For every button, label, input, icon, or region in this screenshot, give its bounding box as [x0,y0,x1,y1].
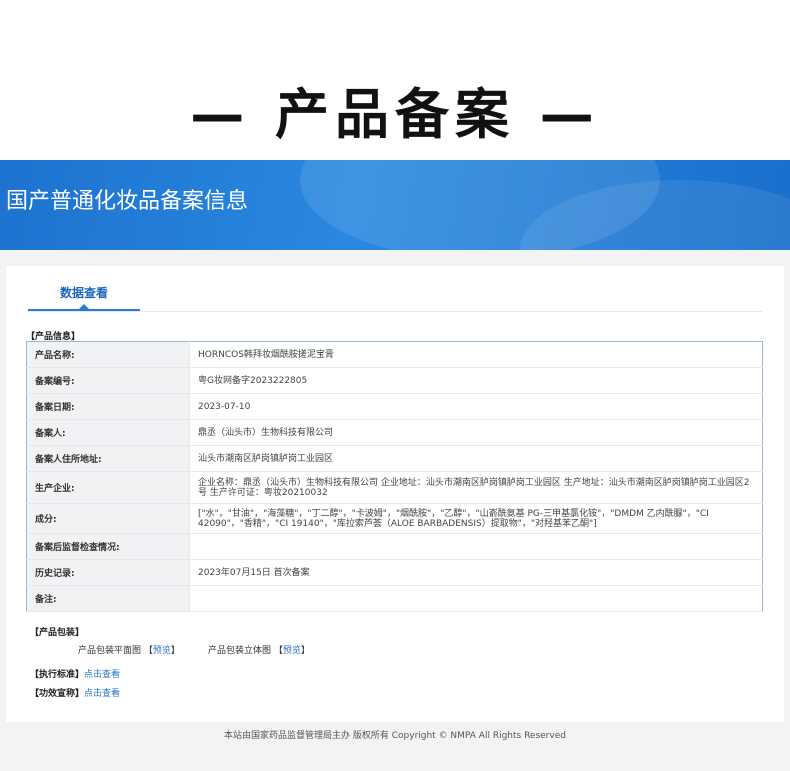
row-key: 成分: [26,503,190,534]
bracket-open: 【 [143,646,153,656]
row-key: 备注: [26,585,190,612]
row-value: 2023年07月15日 首次备案 [189,559,763,586]
standard-view-link[interactable]: 点击查看 [84,667,120,680]
bracket-open: 【 [273,646,283,656]
bracket-close: 】 [300,646,310,656]
row-key: 备案人: [26,419,190,446]
banner-title: 国产普通化妆品备案信息 [6,189,249,214]
table-row: 备案日期: 2023-07-10 [26,393,763,420]
packaging-solid-label: 产品包装立体图 [208,646,272,656]
row-value [189,533,763,560]
banner: 国产普通化妆品备案信息 [0,160,790,250]
packaging-solid-item: 产品包装立体图 【预览】 [208,643,310,656]
footer-copyright: 本站由国家药品监督管理局主办 版权所有 Copyright © NMPA All… [224,731,566,741]
tab-divider [28,311,762,312]
packaging-section-label: 【产品包装】 [30,628,85,638]
table-row: 生产企业: 企业名称：鼎丞（汕头市）生物科技有限公司 企业地址：汕头市潮南区胪岗… [26,471,763,504]
row-value: 鼎丞（汕头市）生物科技有限公司 [189,419,763,446]
packaging-flat-label: 产品包装平面图 [78,646,142,656]
row-value: HORNCOS韩拜妆烟酰胺搓泥宝膏 [189,341,763,368]
row-key: 生产企业: [26,471,190,504]
standard-section-label: 【执行标准】 [30,670,85,680]
row-key: 备案日期: [26,393,190,420]
preview-solid-link[interactable]: 预览 [283,646,301,656]
table-row: 备案后监督检查情况: [26,533,763,560]
table-row: 备案人: 鼎丞（汕头市）生物科技有限公司 [26,419,763,446]
packaging-flat-item: 产品包装平面图 【预览】 [78,643,180,656]
row-value: 企业名称：鼎丞（汕头市）生物科技有限公司 企业地址：汕头市潮南区胪岗镇胪岗工业园… [189,471,763,504]
content-card: 数据查看 【产品信息】 产品名称: HORNCOS韩拜妆烟酰胺搓泥宝膏 备案编号… [6,266,784,722]
table-row: 备案编号: 粤G妆网备字2023222805 [26,367,763,394]
row-key: 备案编号: [26,367,190,394]
table-row: 历史记录: 2023年07月15日 首次备案 [26,559,763,586]
table-row: 备注: [26,585,763,612]
row-value: 粤G妆网备字2023222805 [189,367,763,394]
bracket-close: 】 [170,646,180,656]
efficacy-view-link[interactable]: 点击查看 [84,686,120,699]
table-row: 成分: ["水"，"甘油"，"海藻糖"，"丁二醇"，"卡波姆"，"烟酰胺"，"乙… [26,503,763,534]
row-key: 历史记录: [26,559,190,586]
page-title: — 产品备案 — [190,83,600,146]
efficacy-section-label: 【功效宣称】 [30,689,85,699]
table-row: 备案人住所地址: 汕头市潮南区胪岗镇胪岗工业园区 [26,445,763,472]
hero-header: — 产品备案 — [0,0,790,160]
row-value [189,585,763,612]
row-value: 汕头市潮南区胪岗镇胪岗工业园区 [189,445,763,472]
row-value: ["水"，"甘油"，"海藻糖"，"丁二醇"，"卡波姆"，"烟酰胺"，"乙醇"，"… [189,503,763,534]
row-key: 产品名称: [26,341,190,368]
product-info-table: 产品名称: HORNCOS韩拜妆烟酰胺搓泥宝膏 备案编号: 粤G妆网备字2023… [26,341,763,612]
table-row: 产品名称: HORNCOS韩拜妆烟酰胺搓泥宝膏 [26,341,763,368]
row-value: 2023-07-10 [189,393,763,420]
preview-flat-link[interactable]: 预览 [153,646,171,656]
row-key: 备案人住所地址: [26,445,190,472]
row-key: 备案后监督检查情况: [26,533,190,560]
